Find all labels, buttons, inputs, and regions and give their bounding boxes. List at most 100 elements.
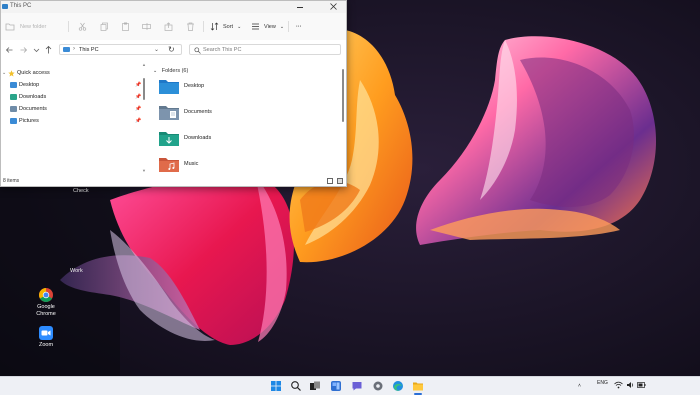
folder-item-music[interactable]: Music — [159, 156, 309, 176]
share-icon — [164, 22, 173, 31]
rename-icon — [142, 23, 151, 30]
copy-button[interactable] — [100, 21, 109, 32]
scrollbar-thumb[interactable] — [143, 78, 145, 100]
chevron-down-icon: ⌄ — [153, 68, 158, 74]
more-options-button[interactable]: ··· — [296, 21, 302, 32]
pin-icon[interactable]: 📌 — [135, 82, 141, 88]
battery-icon[interactable] — [637, 381, 646, 389]
taskbar: ˄ ENG — [0, 376, 700, 395]
minimize-button[interactable] — [293, 1, 307, 13]
documents-folder-icon — [10, 106, 17, 112]
chrome-label-line1: Google — [37, 304, 55, 310]
nav-item-downloads[interactable]: Downloads 📌 — [1, 92, 141, 102]
recent-locations-icon[interactable] — [32, 45, 41, 55]
chat-icon[interactable] — [351, 380, 363, 392]
cut-icon — [78, 22, 87, 31]
back-icon[interactable] — [5, 45, 14, 55]
wifi-icon[interactable] — [614, 381, 623, 389]
star-icon — [8, 69, 15, 76]
folder-item-desktop[interactable]: Desktop — [159, 78, 309, 98]
nav-item-documents[interactable]: Documents 📌 — [1, 104, 141, 114]
chrome-icon — [39, 288, 53, 302]
nav-item-quick-access[interactable]: ⌄ Quick access — [1, 68, 141, 78]
address-bar[interactable]: › This PC ⌄ — [59, 44, 182, 55]
search-box[interactable] — [189, 44, 341, 55]
pin-icon[interactable]: 📌 — [135, 106, 141, 112]
edge-icon[interactable] — [392, 380, 404, 392]
pictures-folder-icon — [10, 118, 17, 124]
navigation-scrollbar[interactable]: ▲ ▼ — [142, 60, 146, 176]
copy-icon — [100, 22, 108, 31]
close-button[interactable] — [323, 1, 345, 13]
chevron-down-icon[interactable]: ⌄ — [2, 70, 6, 76]
sort-button[interactable]: Sort ⌄ — [210, 21, 241, 32]
task-view-icon[interactable] — [309, 380, 321, 392]
up-icon[interactable] — [44, 45, 53, 55]
scroll-down-icon[interactable]: ▼ — [142, 168, 146, 173]
widgets-icon[interactable] — [330, 380, 342, 392]
details-view-button[interactable] — [327, 178, 333, 184]
close-icon — [330, 3, 337, 10]
sort-icon — [210, 22, 219, 31]
nav-item-pictures[interactable]: Pictures 📌 — [1, 116, 141, 126]
nav-item-desktop[interactable]: Desktop 📌 — [1, 80, 141, 90]
command-bar: New folder Sort ⌄ View ⌄ ··· — [1, 13, 346, 41]
folders-group-header[interactable]: ⌄ Folders (6) — [153, 68, 188, 74]
downloads-folder-icon — [159, 132, 179, 146]
file-explorer-icon[interactable] — [412, 380, 424, 392]
title-bar[interactable]: This PC — [1, 1, 346, 13]
pin-icon[interactable]: 📌 — [135, 118, 141, 124]
status-bar: 8 items — [1, 176, 346, 186]
desktop-icon-chrome[interactable]: Google Chrome — [31, 287, 61, 318]
refresh-icon[interactable]: ↻ — [168, 45, 178, 55]
breadcrumb[interactable]: This PC — [79, 47, 99, 53]
music-folder-icon — [159, 158, 179, 172]
search-icon[interactable] — [290, 380, 302, 392]
language-indicator[interactable]: ENG — [597, 380, 608, 386]
this-pc-icon — [63, 47, 70, 52]
share-button[interactable] — [164, 21, 173, 32]
content-scrollbar[interactable] — [342, 66, 345, 126]
address-row: › This PC ⌄ ↻ — [1, 40, 346, 60]
navigation-pane: ⌄ Quick access Desktop 📌 Downloads 📌 Doc… — [1, 60, 141, 176]
scroll-up-icon[interactable]: ▲ — [142, 62, 146, 67]
downloads-folder-icon — [10, 94, 17, 100]
chrome-label-line2: Chrome — [36, 311, 56, 317]
large-icons-view-button[interactable] — [337, 178, 343, 184]
this-pc-icon — [2, 4, 8, 9]
view-icon — [252, 23, 259, 30]
desktop-folder-icon — [159, 80, 179, 94]
forward-icon[interactable] — [19, 45, 28, 55]
zoom-label: Zoom — [38, 342, 54, 348]
paste-button[interactable] — [121, 21, 130, 32]
pin-icon[interactable]: 📌 — [135, 94, 141, 100]
chevron-down-icon: ⌄ — [237, 23, 242, 30]
file-explorer-window: This PC New folder Sort ⌄ View ⌄ ··· › T… — [0, 0, 347, 187]
zoom-icon — [39, 326, 53, 340]
breadcrumb-separator-icon: › — [73, 46, 75, 52]
item-count: 8 items — [3, 178, 20, 184]
settings-icon[interactable] — [372, 380, 384, 392]
desktop-folder-icon — [10, 82, 17, 88]
show-hidden-icons-icon[interactable]: ˄ — [578, 383, 581, 389]
desktop-label-work: Work — [70, 268, 83, 274]
volume-icon[interactable] — [626, 381, 635, 389]
paste-icon — [122, 22, 129, 31]
rename-button[interactable] — [142, 21, 151, 32]
cut-button[interactable] — [78, 21, 87, 32]
windows-start-icon[interactable] — [270, 380, 282, 392]
new-folder-button[interactable]: New folder — [5, 21, 46, 32]
documents-folder-icon — [159, 106, 179, 120]
search-icon — [194, 46, 201, 54]
view-button[interactable]: View ⌄ — [251, 21, 284, 32]
search-input[interactable] — [203, 45, 333, 54]
scrollbar-thumb[interactable] — [342, 69, 344, 122]
chevron-down-icon: ⌄ — [279, 23, 285, 30]
desktop-icon-zoom[interactable]: Zoom — [31, 325, 61, 349]
folder-item-downloads[interactable]: Downloads — [159, 130, 309, 150]
delete-icon — [187, 22, 194, 31]
folder-item-documents[interactable]: Documents — [159, 104, 309, 124]
chevron-down-icon[interactable]: ⌄ — [154, 46, 159, 53]
content-pane: ⌄ Folders (6) Desktop Documents Download… — [149, 60, 344, 176]
delete-button[interactable] — [186, 21, 195, 32]
